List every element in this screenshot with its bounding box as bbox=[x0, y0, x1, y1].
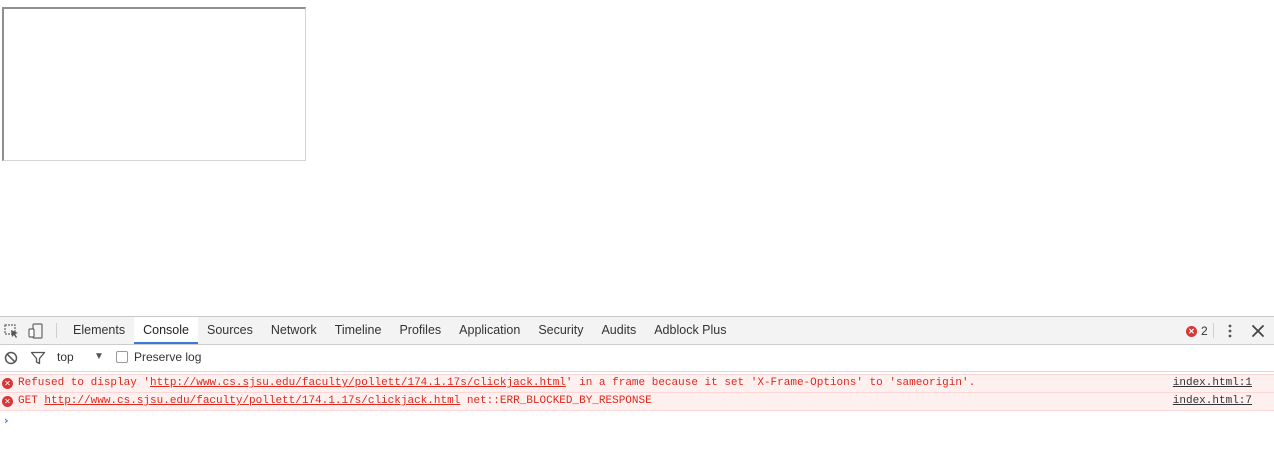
filter-icon[interactable] bbox=[29, 349, 47, 367]
console-error-message: ✕ Refused to display 'http://www.cs.sjsu… bbox=[0, 374, 1274, 393]
devtools-toolbar: Elements Console Sources Network Timelin… bbox=[0, 317, 1274, 345]
context-selector[interactable]: top bbox=[57, 350, 74, 364]
preserve-log-label: Preserve log bbox=[134, 350, 202, 364]
error-icon: ✕ bbox=[2, 378, 13, 389]
preserve-log-option[interactable]: Preserve log bbox=[116, 350, 201, 364]
tab-audits[interactable]: Audits bbox=[592, 317, 645, 344]
console-prompt[interactable]: › bbox=[4, 414, 9, 427]
toolbar-divider bbox=[56, 323, 57, 338]
clear-console-icon[interactable] bbox=[2, 349, 20, 367]
tab-timeline[interactable]: Timeline bbox=[326, 317, 391, 344]
error-icon: ✕ bbox=[1186, 325, 1197, 337]
console-filter-bar: top ▼ Preserve log bbox=[0, 345, 1274, 372]
blocked-iframe bbox=[2, 7, 306, 161]
error-icon: ✕ bbox=[2, 396, 13, 407]
device-toolbar-icon[interactable] bbox=[27, 322, 45, 340]
tab-security[interactable]: Security bbox=[529, 317, 592, 344]
message-source-link[interactable]: index.html:1 bbox=[1173, 375, 1252, 392]
message-url-link[interactable]: http://www.cs.sjsu.edu/faculty/pollett/1… bbox=[44, 395, 460, 407]
console-error-message: ✕ GET http://www.cs.sjsu.edu/faculty/pol… bbox=[0, 392, 1274, 411]
preserve-log-checkbox[interactable] bbox=[116, 351, 128, 363]
message-text: GET http://www.cs.sjsu.edu/faculty/polle… bbox=[18, 395, 652, 407]
tab-sources[interactable]: Sources bbox=[198, 317, 262, 344]
inspect-element-icon[interactable] bbox=[3, 322, 21, 340]
more-options-icon[interactable] bbox=[1221, 322, 1239, 340]
chevron-down-icon[interactable]: ▼ bbox=[94, 351, 104, 362]
devtools-panel: Elements Console Sources Network Timelin… bbox=[0, 316, 1274, 466]
error-counter[interactable]: ✕ 2 bbox=[1186, 323, 1208, 339]
error-count: 2 bbox=[1201, 324, 1208, 338]
tab-adblock-plus[interactable]: Adblock Plus bbox=[645, 317, 735, 344]
tab-network[interactable]: Network bbox=[262, 317, 326, 344]
tab-console[interactable]: Console bbox=[134, 317, 198, 344]
tab-profiles[interactable]: Profiles bbox=[390, 317, 450, 344]
tab-elements[interactable]: Elements bbox=[64, 317, 134, 344]
devtools-tabs: Elements Console Sources Network Timelin… bbox=[64, 317, 735, 344]
toolbar-divider bbox=[1213, 323, 1214, 338]
message-source-link[interactable]: index.html:7 bbox=[1173, 393, 1252, 410]
message-url-link[interactable]: http://www.cs.sjsu.edu/faculty/pollett/1… bbox=[150, 377, 566, 389]
tab-application[interactable]: Application bbox=[450, 317, 529, 344]
close-icon[interactable] bbox=[1249, 322, 1267, 340]
message-text: Refused to display 'http://www.cs.sjsu.e… bbox=[18, 377, 976, 389]
